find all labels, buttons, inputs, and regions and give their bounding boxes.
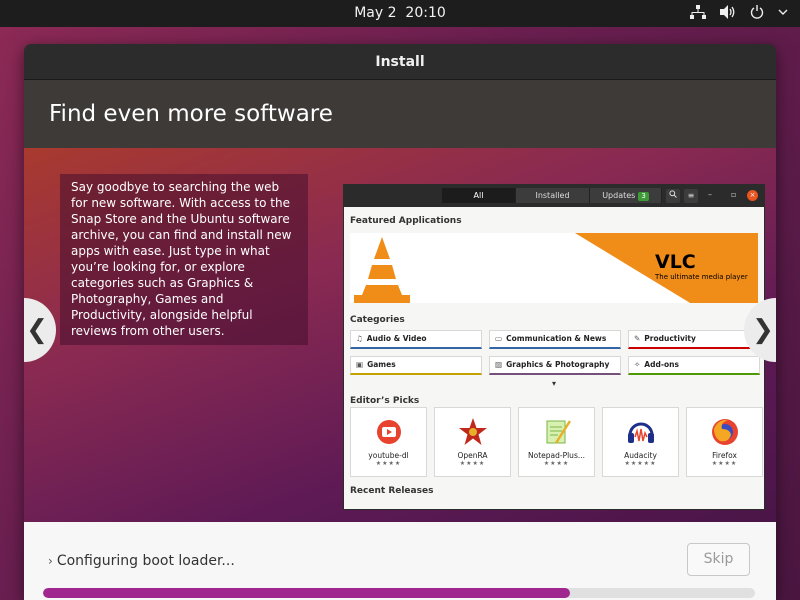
firefox-icon [710, 417, 740, 447]
more-categories-icon: ▾ [551, 379, 556, 388]
pick-rating: ★★★★ [711, 460, 738, 467]
vlc-cone-icon [354, 237, 410, 303]
store-close-icon: × [747, 190, 758, 201]
store-tabs: All Installed Updates 3 [442, 188, 662, 203]
volume-icon[interactable] [720, 5, 736, 23]
featured-title: Featured Applications [350, 216, 462, 226]
pick-notepad-plus: Notepad-Plus... ★★★★ [518, 407, 595, 477]
category-games: ▣ Games [350, 356, 482, 375]
system-tray[interactable] [690, 5, 788, 23]
puzzle-icon: ✧ [634, 360, 641, 369]
progress-fill [43, 588, 570, 598]
slide-description: Say goodbye to searching the web for new… [60, 174, 308, 345]
power-icon[interactable] [750, 5, 764, 23]
top-bar: May 2 20:10 [0, 0, 800, 27]
image-icon: ▨ [495, 360, 503, 369]
recent-releases-title: Recent Releases [350, 486, 434, 496]
banner-app-name: VLC [655, 251, 696, 273]
pick-rating: ★★★★★ [624, 460, 657, 467]
pick-name: youtube-dl [368, 451, 409, 460]
page-title: Find even more software [24, 80, 776, 148]
store-search-icon [666, 189, 680, 203]
audacity-icon [626, 417, 656, 447]
editors-picks-title: Editor’s Picks [350, 396, 420, 406]
chat-icon: ▭ [495, 334, 503, 343]
notepad-plus-icon [542, 417, 572, 447]
software-store-preview: All Installed Updates 3 ≡ – ▫ × Featured … [343, 184, 765, 510]
pencil-icon: ✎ [634, 334, 641, 343]
store-header: All Installed Updates 3 ≡ – ▫ × [344, 185, 764, 207]
category-audio-video: ♫ Audio & Video [350, 330, 482, 349]
window-title: Install [24, 44, 776, 80]
youtube-dl-icon [374, 417, 404, 447]
slideshow: ❮ Say goodbye to searching the web for n… [24, 148, 776, 522]
pick-name: Audacity [624, 451, 657, 460]
featured-banner: VLC The ultimate media player [350, 233, 758, 303]
store-tab-installed: Installed [516, 188, 590, 203]
install-status[interactable]: › Configuring boot loader... [48, 553, 235, 569]
category-communication: ▭ Communication & News [489, 330, 621, 349]
network-icon[interactable] [690, 5, 706, 23]
store-menu-icon: ≡ [684, 189, 698, 203]
pick-firefox: Firefox ★★★★ [686, 407, 763, 477]
chevron-down-icon[interactable] [778, 5, 788, 23]
updates-badge: 3 [638, 192, 649, 201]
store-minimize-icon: – [708, 190, 712, 199]
install-status-bar: › Configuring boot loader... Skip [24, 522, 776, 600]
category-add-ons: ✧ Add-ons [628, 356, 760, 375]
install-progress-bar [43, 588, 755, 598]
clock-date: May 2 [354, 5, 397, 21]
banner-tagline: The ultimate media player [655, 273, 748, 281]
categories-grid: ♫ Audio & Video ▭ Communication & News ✎ Pr… [344, 330, 764, 375]
clock-time: 20:10 [405, 5, 446, 21]
pick-audacity: Audacity ★★★★★ [602, 407, 679, 477]
editors-picks: youtube-dl ★★★★ OpenRA ★★★★ Notepad-Plus… [344, 407, 764, 477]
clock[interactable]: May 2 20:10 [0, 5, 800, 21]
pick-openra: OpenRA ★★★★ [434, 407, 511, 477]
pick-name: Firefox [712, 451, 737, 460]
pick-rating: ★★★★ [375, 460, 402, 467]
previous-slide-button[interactable]: ❮ [24, 298, 56, 362]
store-maximize-icon: ▫ [731, 190, 737, 199]
skip-button[interactable]: Skip [687, 543, 750, 576]
category-graphics: ▨ Graphics & Photography [489, 356, 621, 375]
category-productivity: ✎ Productivity [628, 330, 760, 349]
pick-name: OpenRA [457, 451, 488, 460]
store-tab-all: All [442, 188, 516, 203]
store-tab-updates: Updates 3 [590, 188, 662, 203]
pick-rating: ★★★★ [459, 460, 486, 467]
status-text: Configuring boot loader... [56, 553, 235, 569]
pick-rating: ★★★★ [543, 460, 570, 467]
pick-youtube-dl: youtube-dl ★★★★ [350, 407, 427, 477]
expand-chevron-icon[interactable]: › [48, 554, 53, 568]
openra-icon [458, 417, 488, 447]
categories-title: Categories [350, 315, 405, 325]
music-note-icon: ♫ [356, 334, 363, 343]
chevron-left-icon: ❮ [26, 315, 48, 345]
installer-window: Install Find even more software ❮ Say go… [24, 44, 776, 600]
gamepad-icon: ▣ [356, 360, 364, 369]
pick-name: Notepad-Plus... [528, 451, 585, 460]
chevron-right-icon: ❯ [752, 315, 774, 345]
